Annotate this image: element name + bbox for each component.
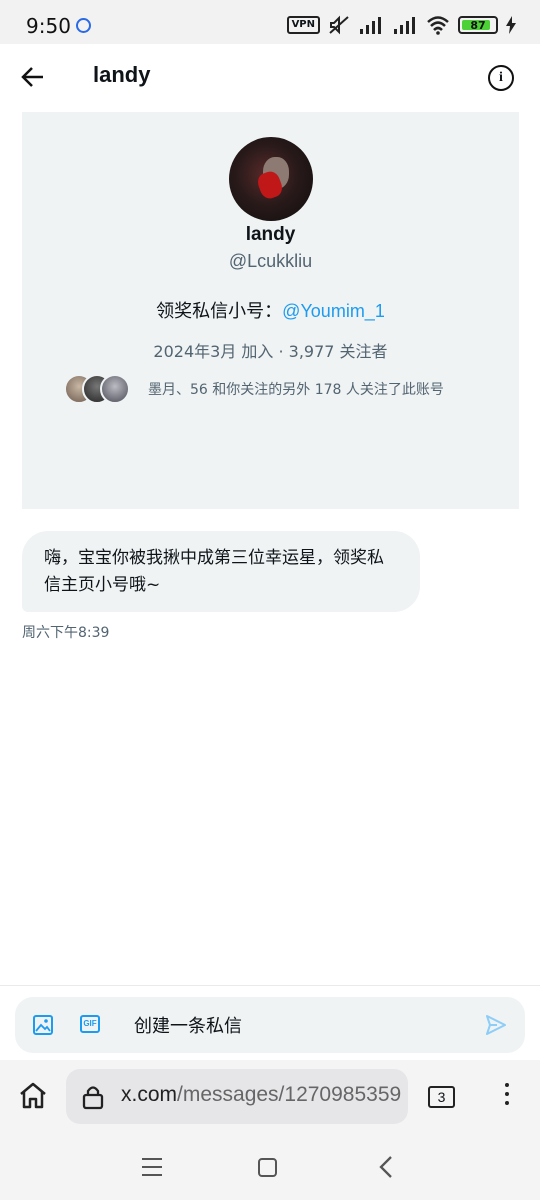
back-nav-icon[interactable] bbox=[378, 1155, 394, 1179]
conversation-header: landy i bbox=[0, 44, 540, 112]
message-timestamp: 周六下午8:39 bbox=[22, 625, 110, 641]
lock-icon bbox=[82, 1086, 104, 1110]
tab-switcher-button[interactable]: 3 bbox=[428, 1086, 455, 1108]
signal-hd-icon-2 bbox=[394, 17, 415, 34]
gif-icon[interactable]: GIF bbox=[80, 1015, 100, 1033]
charging-icon bbox=[506, 16, 516, 34]
profile-card[interactable]: landy @Lcukkliu 领奖私信小号：@Youmim_1 2024年3月… bbox=[22, 112, 519, 509]
message-bubble[interactable]: 嗨，宝宝你被我揪中成第三位幸运星，领奖私信主页小号哦~ bbox=[22, 531, 420, 612]
signal-hd-icon bbox=[360, 17, 381, 34]
app-notification-icon bbox=[76, 18, 91, 33]
status-icons: VPN 87 bbox=[286, 14, 516, 36]
system-nav-bar bbox=[0, 1138, 540, 1200]
followed-by-row[interactable]: 墨月、56 和你关注的另外 178 人关注了此账号 bbox=[64, 374, 444, 404]
profile-meta: 2024年3月 加入 · 3,977 关注者 bbox=[153, 342, 388, 361]
battery-icon: 87 bbox=[458, 16, 498, 34]
back-arrow-icon[interactable] bbox=[20, 64, 46, 90]
home-icon[interactable] bbox=[18, 1081, 48, 1109]
message-input[interactable]: 创建一条私信 bbox=[134, 1012, 242, 1038]
vpn-icon: VPN bbox=[286, 16, 320, 34]
more-options-icon[interactable] bbox=[505, 1083, 510, 1110]
bio-mention-link[interactable]: @Youmim_1 bbox=[282, 301, 385, 321]
profile-bio: 领奖私信小号：@Youmim_1 bbox=[22, 297, 519, 323]
send-icon[interactable] bbox=[485, 1014, 507, 1036]
url-host: x.com bbox=[121, 1083, 178, 1106]
mute-vibrate-icon bbox=[329, 15, 349, 35]
followed-by-text: 墨月、56 和你关注的另外 178 人关注了此账号 bbox=[148, 382, 444, 398]
battery-level: 87 bbox=[470, 18, 486, 32]
profile-name: landy bbox=[245, 224, 296, 245]
wifi-icon bbox=[427, 16, 449, 35]
status-bar: 9:50 VPN 87 bbox=[0, 0, 540, 44]
url-path: /messages/1270985359 bbox=[177, 1083, 402, 1106]
profile-handle: @Lcukkliu bbox=[228, 251, 313, 271]
follower-avatar bbox=[100, 374, 130, 404]
status-time: 9:50 bbox=[26, 14, 71, 38]
bio-text: 领奖私信小号： bbox=[156, 301, 283, 322]
recent-apps-icon[interactable] bbox=[142, 1158, 162, 1182]
url-text: x.com/messages/1270985359 bbox=[121, 1083, 401, 1107]
image-icon[interactable] bbox=[33, 1015, 53, 1035]
info-icon[interactable]: i bbox=[488, 65, 514, 91]
browser-toolbar: x.com/messages/1270985359 3 bbox=[0, 1060, 540, 1138]
composer-area: GIF 创建一条私信 bbox=[0, 985, 540, 1060]
address-bar[interactable]: x.com/messages/1270985359 bbox=[66, 1069, 408, 1124]
conversation-title: landy bbox=[93, 62, 151, 87]
home-nav-icon[interactable] bbox=[258, 1158, 277, 1177]
profile-avatar[interactable] bbox=[229, 137, 313, 221]
message-composer[interactable]: GIF 创建一条私信 bbox=[15, 997, 525, 1053]
